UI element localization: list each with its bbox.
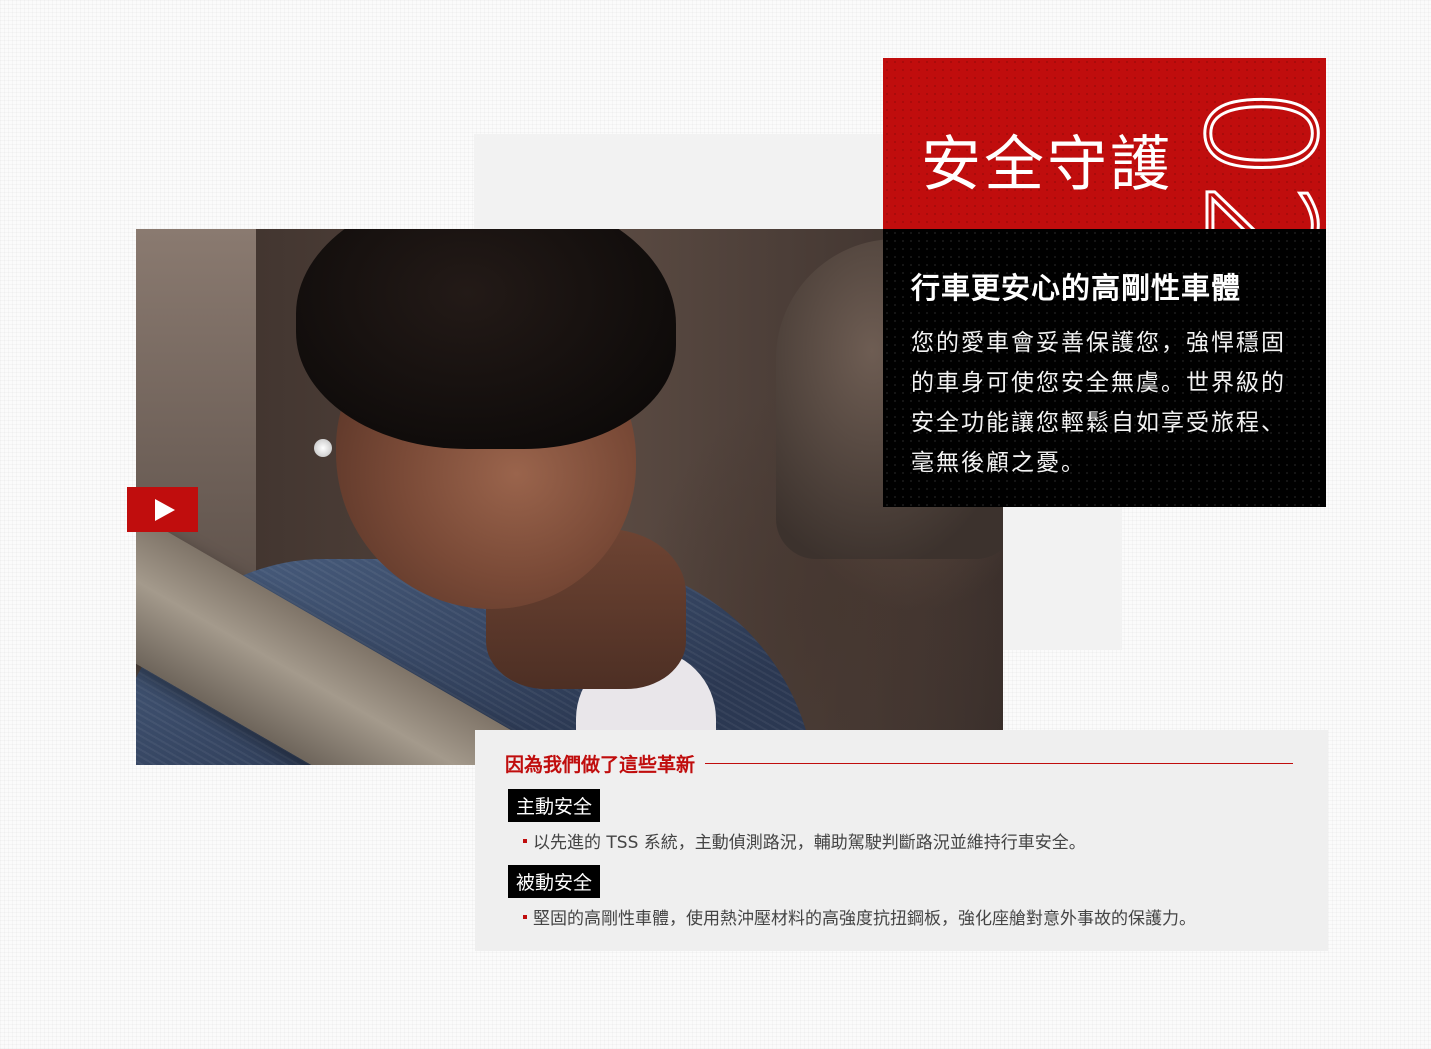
description-line: 的車身可使您安全無虞。世界級的 [911, 370, 1286, 396]
play-video-button[interactable] [127, 487, 198, 532]
woman-hair [296, 229, 676, 449]
active-safety-text: 以先進的 TSS 系統，主動偵測路況，輔助駕駛判斷路況並維持行車安全。 [533, 833, 1086, 853]
innovation-item: 主動安全 以先進的 TSS 系統，主動偵測路況，輔助駕駛判斷路況並維持行車安全。 [505, 777, 1293, 853]
innovations-panel: 因為我們做了這些革新 主動安全 以先進的 TSS 系統，主動偵測路況，輔助駕駛判… [475, 730, 1328, 951]
play-icon [154, 498, 175, 521]
description-line: 毫無後顧之憂。 [911, 450, 1086, 476]
innovation-item: 被動安全 堅固的高剛性車體，使用熱沖壓材料的高強度抗扭鋼板，強化座艙對意外事故的… [505, 853, 1293, 929]
section-title: 安全守護 [921, 130, 1173, 200]
list-item: 堅固的高剛性車體，使用熱沖壓材料的高強度抗扭鋼板，強化座艙對意外事故的保護力。 [523, 904, 1293, 929]
divider-line [705, 762, 1293, 765]
section-title-box: 安全守護 02 [883, 58, 1326, 229]
innovations-header: 因為我們做了這些革新 [505, 750, 1293, 777]
innovations-title: 因為我們做了這些革新 [505, 754, 696, 776]
description-line: 安全功能讓您輕鬆自如享受旅程、 [911, 410, 1286, 436]
safety-section: 安全守護 02 行車更安心的高剛性車體 您的愛車會妥善保護您，強悍穩固 的車身可… [0, 0, 1431, 1049]
description-heading: 行車更安心的高剛性車體 [911, 271, 1242, 305]
description-box: 行車更安心的高剛性車體 您的愛車會妥善保護您，強悍穩固 的車身可使您安全無虞。世… [883, 229, 1326, 507]
bullet-icon [523, 838, 527, 843]
passive-safety-tag: 被動安全 [508, 865, 601, 898]
video-thumbnail[interactable] [136, 229, 1003, 765]
passive-safety-text: 堅固的高剛性車體，使用熱沖壓材料的高強度抗扭鋼板，強化座艙對意外事故的保護力。 [533, 909, 1196, 929]
description-line: 您的愛車會妥善保護您，強悍穩固 [911, 330, 1286, 356]
description-body: 您的愛車會妥善保護您，強悍穩固 的車身可使您安全無虞。世界級的 安全功能讓您輕鬆… [911, 323, 1306, 483]
active-safety-tag: 主動安全 [508, 789, 601, 822]
list-item: 以先進的 TSS 系統，主動偵測路況，輔助駕駛判斷路況並維持行車安全。 [523, 828, 1293, 853]
section-number: 02 [1170, 85, 1327, 230]
bullet-icon [523, 914, 527, 919]
